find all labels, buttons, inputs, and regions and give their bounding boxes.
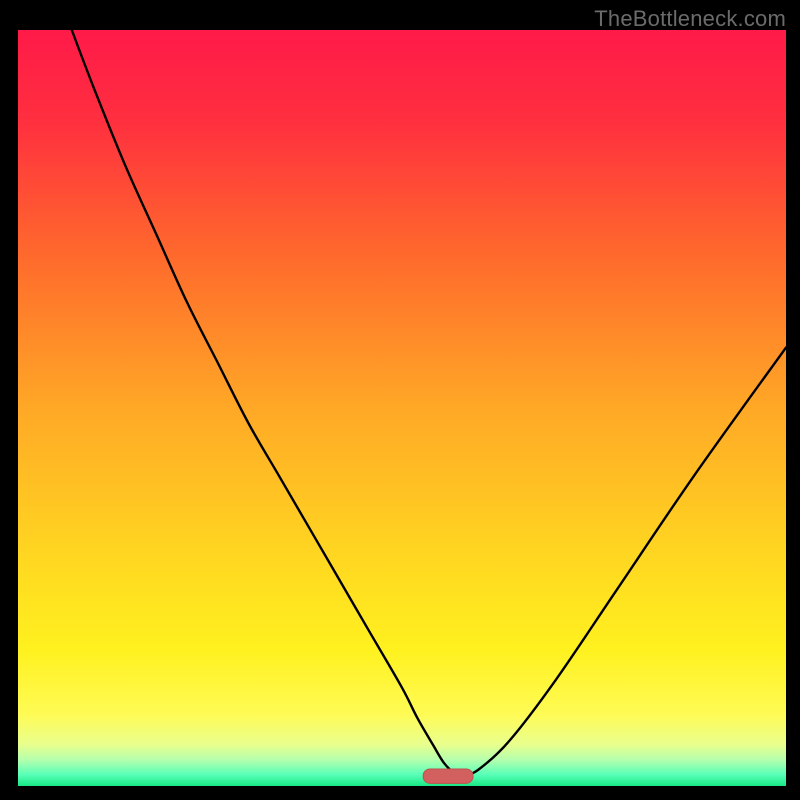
watermark-text: TheBottleneck.com — [594, 6, 786, 32]
gradient-background — [18, 30, 786, 786]
optimal-marker — [423, 769, 473, 783]
chart-svg — [18, 30, 786, 786]
chart-frame: TheBottleneck.com — [0, 0, 800, 800]
plot-area — [18, 30, 786, 786]
